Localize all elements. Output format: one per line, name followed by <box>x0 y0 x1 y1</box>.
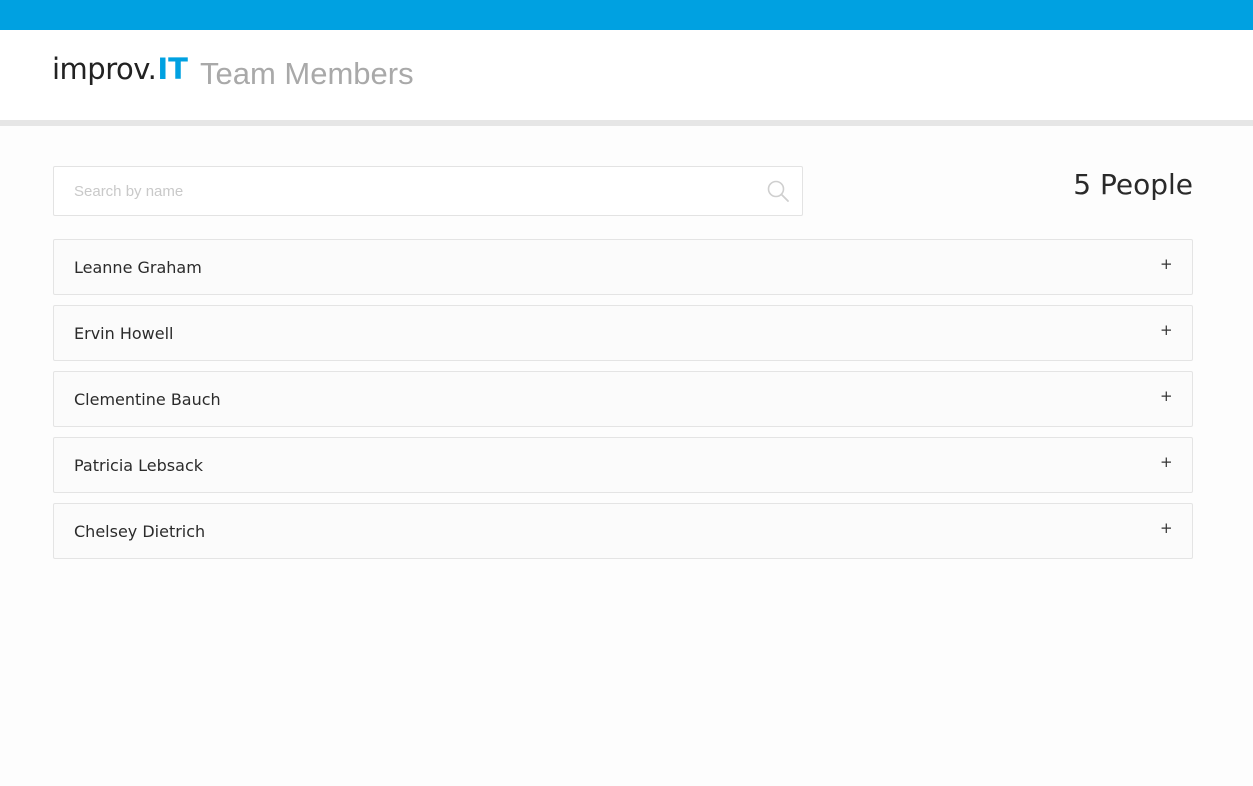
member-list: Leanne Graham + Ervin Howell + Clementin… <box>53 239 1193 569</box>
plus-icon[interactable]: + <box>1160 321 1173 339</box>
plus-icon[interactable]: + <box>1160 453 1173 471</box>
list-item[interactable]: Chelsey Dietrich + <box>53 503 1193 559</box>
list-item[interactable]: Ervin Howell + <box>53 305 1193 361</box>
search-input[interactable] <box>54 167 754 215</box>
list-item[interactable]: Patricia Lebsack + <box>53 437 1193 493</box>
plus-icon[interactable]: + <box>1160 519 1173 537</box>
top-accent-bar <box>0 0 1253 30</box>
member-name: Patricia Lebsack <box>74 456 203 475</box>
member-name: Leanne Graham <box>74 258 202 277</box>
plus-icon[interactable]: + <box>1160 255 1173 273</box>
list-item[interactable]: Leanne Graham + <box>53 239 1193 295</box>
people-count: 5 People <box>1073 168 1193 201</box>
logo-text: improv. <box>52 52 157 86</box>
header-divider <box>0 120 1253 126</box>
search-box <box>53 166 803 216</box>
plus-icon[interactable]: + <box>1160 387 1173 405</box>
search-icon[interactable] <box>766 179 790 203</box>
member-name: Clementine Bauch <box>74 390 221 409</box>
logo-accent-text: IT <box>157 52 188 86</box>
page-title: Team Members <box>200 56 414 91</box>
member-name: Chelsey Dietrich <box>74 522 206 541</box>
logo[interactable]: improv. IT <box>52 52 188 96</box>
list-item[interactable]: Clementine Bauch + <box>53 371 1193 427</box>
member-name: Ervin Howell <box>74 324 174 343</box>
